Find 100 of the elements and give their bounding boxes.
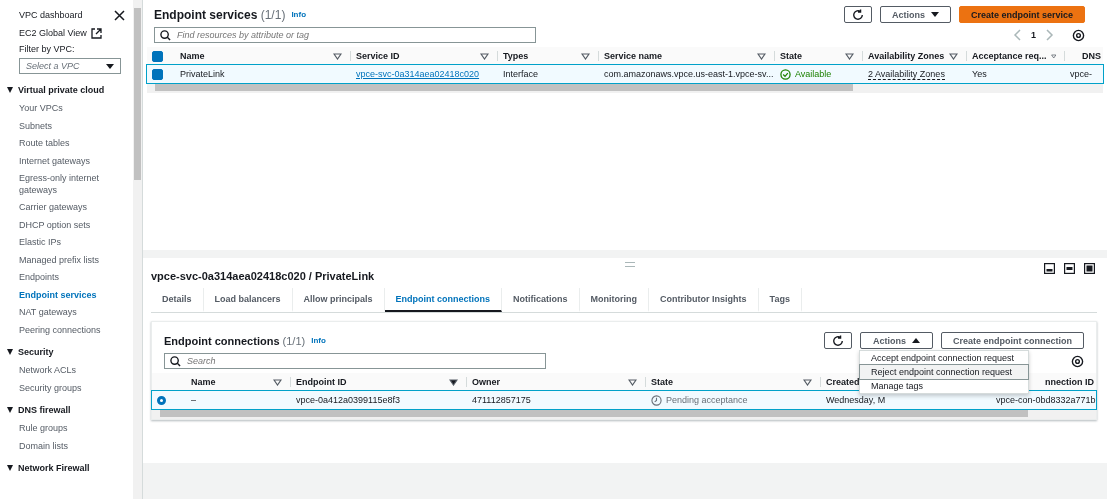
column-header[interactable]: Created	[826, 377, 860, 387]
menu-item[interactable]: Manage tags	[859, 379, 1028, 393]
column-header[interactable]: Service name	[604, 51, 663, 61]
column-header[interactable]: State	[780, 51, 802, 61]
sort-icon[interactable]	[480, 52, 489, 60]
refresh-button[interactable]	[823, 332, 852, 349]
layout-icon[interactable]	[1084, 263, 1095, 274]
sort-icon[interactable]	[757, 52, 766, 60]
sort-icon[interactable]	[949, 52, 958, 60]
table-cell-text: vpce-con-0bd8332a771b	[995, 395, 1096, 405]
column-header[interactable]: Acceptance req...	[972, 51, 1047, 61]
panel-title: Endpoint services (1/1)	[154, 7, 286, 22]
tab[interactable]: Endpoint connections	[384, 288, 503, 312]
refresh-icon	[831, 334, 844, 347]
section-header[interactable]: Virtual private cloud	[7, 80, 133, 100]
nav-link[interactable]: Route tables	[19, 135, 109, 153]
nav-link[interactable]: Carrier gateways	[19, 199, 109, 217]
nav-link[interactable]: Egress-only internet gateways	[19, 170, 109, 199]
nav-link[interactable]: Domain lists	[19, 437, 109, 455]
tab[interactable]: Notifications	[502, 288, 580, 312]
nav-link[interactable]: Elastic IPs	[19, 234, 109, 252]
create-endpoint-service-button[interactable]: Create endpoint service	[958, 6, 1085, 23]
info-link[interactable]: Info	[291, 10, 307, 19]
menu-item[interactable]: Accept endpoint connection request	[859, 351, 1028, 365]
tab[interactable]: Details	[151, 288, 204, 312]
scrollbar[interactable]	[133, 0, 142, 499]
nav-link[interactable]: Internet gateways	[19, 152, 109, 170]
refresh-icon	[851, 8, 864, 21]
filter-label: Filter by VPC:	[19, 44, 76, 56]
column-header[interactable]: Endpoint ID	[296, 377, 347, 387]
layout-icon[interactable]	[1064, 263, 1075, 274]
table-cell-text: Yes	[971, 69, 988, 79]
page-number[interactable]: 1	[1031, 30, 1036, 40]
section-header[interactable]: Network Firewall	[7, 458, 133, 478]
settings-icon[interactable]	[1072, 28, 1085, 42]
layout-icon[interactable]	[1044, 263, 1055, 274]
sort-icon[interactable]	[273, 378, 282, 386]
table-cell-text: –	[190, 395, 197, 405]
clock-icon	[651, 394, 662, 406]
column-header[interactable]: nnection ID	[1045, 377, 1094, 387]
resize-handle[interactable]	[625, 262, 635, 267]
sort-icon[interactable]	[845, 52, 854, 60]
select-all-checkbox[interactable]	[152, 50, 163, 62]
settings-icon[interactable]	[1071, 354, 1084, 368]
tab[interactable]: Contributor Insights	[649, 288, 759, 312]
tab[interactable]: Tags	[758, 288, 802, 312]
table-cell-text: com.amazonaws.vpce.us-east-1.vpce-sv...	[603, 69, 775, 79]
nav-link[interactable]: EC2 Global View	[19, 27, 102, 39]
column-header[interactable]: Types	[503, 51, 529, 61]
horizontal-scrollbar[interactable]	[147, 84, 1103, 93]
create-endpoint-connection-button[interactable]: Create endpoint connection	[941, 332, 1084, 349]
nav-link[interactable]: Rule groups	[19, 420, 109, 438]
column-header[interactable]: DNS	[1082, 51, 1101, 61]
zones-link[interactable]: 2 Availability Zones	[868, 68, 945, 80]
nav-link[interactable]: Peering connections	[19, 321, 109, 339]
search-field[interactable]: Search	[164, 353, 546, 369]
nav-link[interactable]: NAT gateways	[19, 304, 109, 322]
table-row[interactable]: – vpce-0a412a0399115e8f3 471112857175 Pending acceptance Wednesday, M vpce-con-0bd8332a771b	[152, 391, 1096, 409]
nav-link[interactable]: Subnets	[19, 117, 109, 135]
column-header[interactable]: Service ID	[356, 51, 400, 61]
search-field[interactable]: Find resources by attribute or tag	[154, 27, 536, 43]
section-header[interactable]: Security	[7, 342, 133, 362]
table-cell-text: vpce-0a412a0399115e8f3	[295, 395, 401, 405]
vpc-select[interactable]: Select a VPC	[19, 58, 121, 74]
table-row[interactable]: PrivateLink vpce-svc-0a314aea02418c020 Interface com.amazonaws.vpce.us-east-1.vpce-sv... Available 2 Availability Zones Yes vpce-	[147, 65, 1103, 83]
nav-link[interactable]: Your VPCs	[19, 100, 109, 118]
service-id-link[interactable]: vpce-svc-0a314aea02418c020	[356, 69, 480, 79]
nav-link[interactable]: Network ACLs	[19, 362, 109, 380]
nav-link[interactable]: DHCP option sets	[19, 216, 109, 234]
tab[interactable]: Load balancers	[203, 288, 293, 312]
sort-icon[interactable]	[333, 52, 342, 60]
sort-icon[interactable]	[628, 378, 637, 386]
check-circle-icon	[780, 68, 791, 80]
actions-button[interactable]: Actions	[879, 6, 951, 23]
refresh-button[interactable]	[843, 6, 872, 23]
column-header[interactable]: Availability Zones	[868, 51, 945, 61]
nav-link[interactable]: VPC dashboard	[19, 10, 83, 20]
info-link[interactable]: Info	[311, 336, 326, 345]
column-header[interactable]: Name	[180, 51, 205, 61]
tab[interactable]: Monitoring	[579, 288, 650, 312]
sort-icon[interactable]	[803, 378, 812, 386]
close-icon[interactable]	[114, 9, 125, 21]
actions-button[interactable]: Actions	[859, 332, 933, 349]
tab[interactable]: Allow principals	[292, 288, 385, 312]
external-link-icon	[90, 27, 102, 39]
nav-link[interactable]: Endpoint services	[19, 286, 109, 304]
column-header[interactable]: Owner	[472, 377, 500, 387]
nav-link[interactable]: Security groups	[19, 379, 109, 397]
row-checkbox[interactable]	[152, 68, 163, 80]
section-header[interactable]: DNS firewall	[7, 400, 133, 420]
table-cell-text: vpce-	[1069, 69, 1093, 79]
sort-icon[interactable]	[581, 52, 590, 60]
horizontal-scrollbar[interactable]	[152, 410, 1096, 419]
column-header[interactable]: State	[651, 377, 673, 387]
column-header[interactable]: Name	[191, 377, 216, 387]
row-radio[interactable]	[157, 395, 166, 405]
nav-link[interactable]: Endpoints	[19, 269, 109, 287]
menu-item[interactable]: Reject endpoint connection request	[859, 365, 1028, 379]
sort-icon[interactable]	[449, 378, 458, 386]
nav-link[interactable]: Managed prefix lists	[19, 251, 109, 269]
